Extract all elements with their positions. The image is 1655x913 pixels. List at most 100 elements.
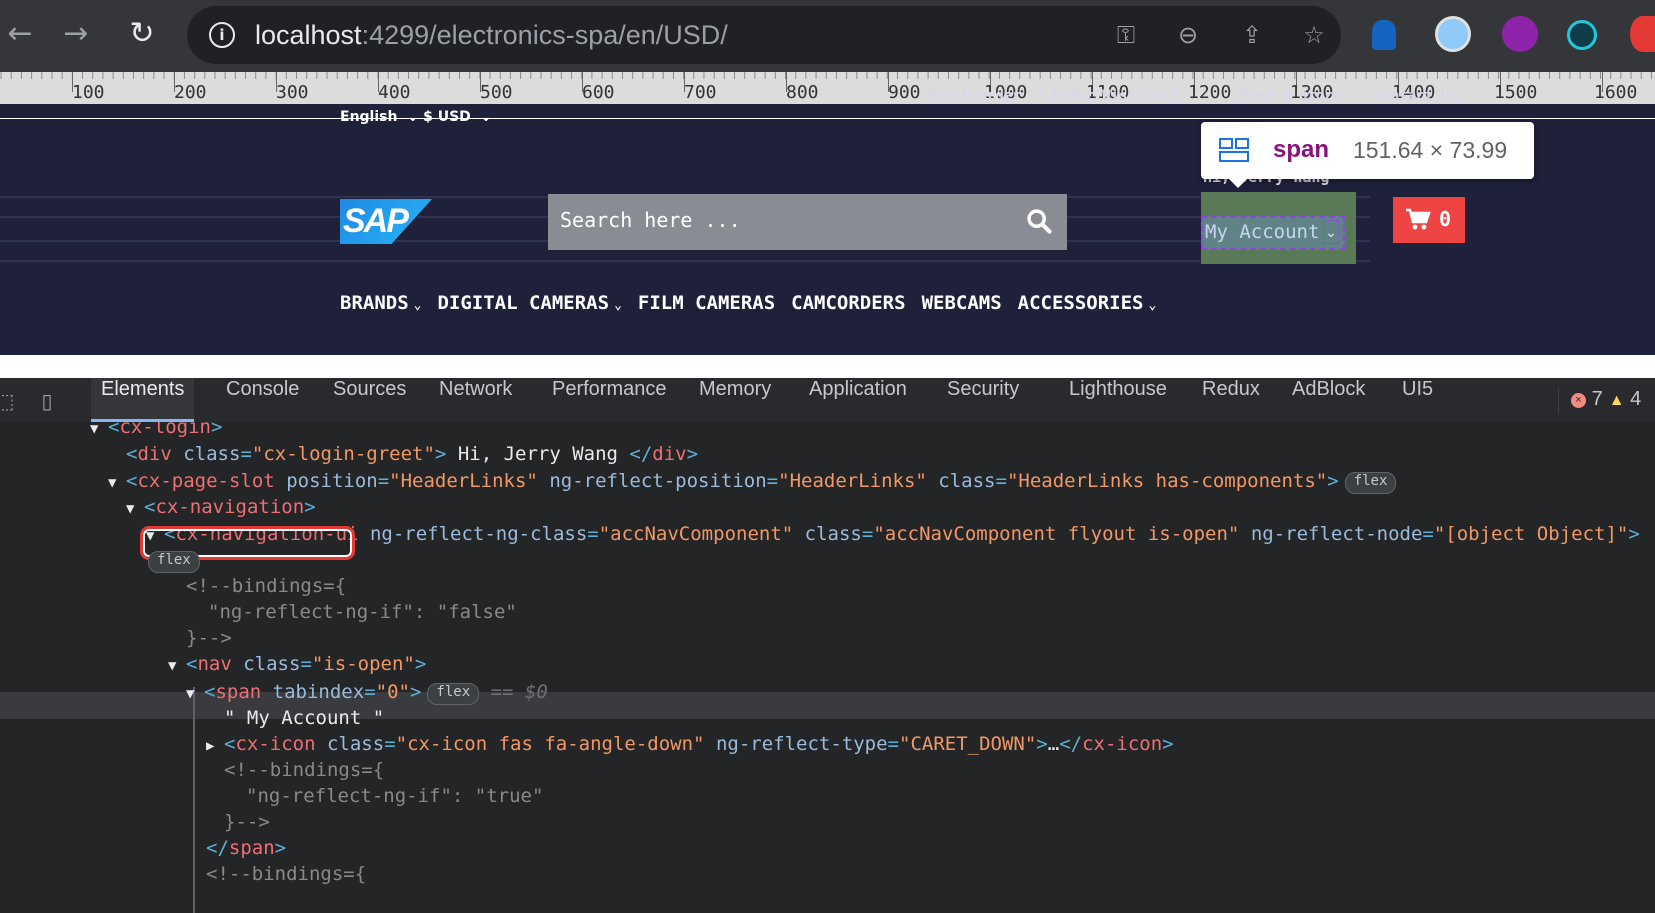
menu-item-webcams[interactable]: WEBCAMS (922, 292, 1002, 314)
dom-node-cx-navigation-ui[interactable]: ▼ <cx-navigation-ui ng-reflect-ng-class="… (146, 521, 1640, 547)
flex-badge[interactable]: flex (148, 551, 200, 573)
ruler-label: 200 (174, 82, 207, 103)
search-input[interactable]: Search here ... (548, 194, 1067, 250)
header-link-order[interactable]: Order (1052, 88, 1094, 104)
my-account-button[interactable]: My Account ⌄ (1201, 216, 1345, 250)
tab-console[interactable]: Console (216, 378, 309, 422)
dom-comment-line: }--> (186, 627, 232, 649)
menu-item-accessories[interactable]: ACCESSORIES ⌄ (1018, 292, 1157, 314)
dom-node-login-greet[interactable]: <div class="cx-login-greet"> Hi, Jerry W… (126, 441, 698, 467)
menu-item-digital-cameras[interactable]: DIGITAL CAMERAS ⌄ (437, 292, 621, 314)
info-icon[interactable]: i (209, 22, 235, 48)
header-link-quick-order[interactable]: Quick Order (928, 88, 1021, 104)
chevron-down-icon: ⌄ (480, 110, 492, 125)
dom-comment-line[interactable]: <!--bindings={ (224, 757, 384, 783)
dom-node-cx-navigation[interactable]: ▼ <cx-navigation> (126, 494, 316, 520)
menu-item-film-cameras[interactable]: FILM CAMERAS (638, 292, 775, 314)
tab-ui5[interactable]: UI5 (1392, 378, 1443, 422)
tab-lighthouse[interactable]: Lighthouse (1059, 378, 1177, 422)
chevron-down-icon: ⌄ (413, 298, 422, 313)
tab-network[interactable]: Network (429, 378, 522, 422)
dom-node-cx-icon[interactable]: ▶ <cx-icon class="cx-icon fas fa-angle-do… (206, 731, 1174, 757)
tab-memory[interactable]: Memory (689, 378, 781, 422)
extension-hat-icon[interactable] (1372, 20, 1396, 50)
header-link-contact-us[interactable]: Contact Us (1374, 88, 1458, 104)
chevron-down-icon: ⌄ (614, 298, 622, 313)
ruler-label: 300 (276, 82, 309, 103)
ruler-label: 400 (378, 82, 411, 103)
ruler-label: 600 (582, 82, 615, 103)
extension-teal-icon[interactable] (1567, 20, 1597, 50)
header-link-find-store[interactable]: Find a Store (1240, 88, 1341, 104)
divider (0, 118, 1655, 119)
ruler-label: 1500 (1494, 82, 1538, 103)
dom-node-cx-login[interactable]: ▼ <cx-login> (90, 422, 222, 440)
currency-select[interactable]: $ USD (423, 109, 471, 125)
tab-performance[interactable]: Performance (542, 378, 677, 422)
tab-redux[interactable]: Redux (1192, 378, 1270, 422)
issue-counter[interactable]: × 7 ▲ 4 (1558, 388, 1655, 414)
dom-comment-line: "ng-reflect-ng-if": "false" (208, 601, 517, 623)
ruler-label: 500 (480, 82, 513, 103)
indent-guide (193, 687, 195, 913)
flex-badge[interactable]: flex (1344, 472, 1397, 494)
dom-comment-line[interactable]: <!--bindings={ (206, 861, 366, 887)
dom-text-node[interactable]: " My Account " (224, 705, 384, 731)
dom-comment-line: "ng-reflect-ng-if": "true" (246, 785, 544, 807)
devtools-tab-bar: ⬚ ▯ Elements Console Sources Network Per… (0, 378, 1655, 423)
key-icon[interactable]: ⚿ (1111, 20, 1141, 50)
tab-elements[interactable]: Elements (91, 378, 195, 422)
category-menu: BRANDS ⌄ DIGITAL CAMERAS ⌄ FILM CAMERAS CA… (340, 292, 1156, 314)
tab-application[interactable]: Application (799, 378, 917, 422)
selected-marker: == $0 (490, 681, 548, 703)
url-text[interactable]: localhost:4299/electronics-spa/en/USD/ (255, 20, 728, 51)
header-link-wish-list[interactable]: Wish List (1102, 88, 1178, 104)
error-count: 7 (1591, 388, 1603, 410)
chevron-down-icon: ⌄ (1323, 220, 1339, 244)
search-placeholder: Search here ... (560, 208, 741, 232)
extension-red-icon[interactable] (1630, 16, 1655, 52)
warning-icon: ▲ (1608, 392, 1625, 409)
dom-node-nav[interactable]: ▼ <nav class="is-open"> (168, 651, 426, 677)
mini-cart-button[interactable]: 0 (1393, 197, 1465, 243)
chevron-down-icon: ⌄ (1148, 298, 1157, 313)
sap-logo-text: SAP (343, 202, 409, 240)
ruler-label: 1600 (1594, 82, 1638, 103)
extension-purple-icon[interactable] (1502, 16, 1538, 52)
search-icon[interactable] (1025, 207, 1053, 235)
browser-toolbar: ← → ↻ i localhost:4299/electronics-spa/e… (0, 0, 1655, 72)
cart-count: 0 (1439, 207, 1452, 231)
zoom-icon[interactable]: ⊖ (1173, 20, 1203, 50)
chevron-down-icon: ⌄ (407, 110, 419, 125)
back-icon[interactable]: ← (0, 14, 40, 54)
inspect-element-icon[interactable]: ⬚ (0, 388, 18, 414)
elements-dom-tree: ▼ <cx-login> <div class="cx-login-greet">… (0, 422, 1655, 913)
site-context[interactable]: English ⌄ $ USD ⌄ (340, 109, 492, 125)
ruler-label: 700 (684, 82, 717, 103)
dom-node-span-selected[interactable]: ▼ <span tabindex="0"> flex == $0 (186, 679, 548, 705)
menu-item-camcorders[interactable]: CAMCORDERS (791, 292, 905, 314)
tooltip-size: 151.64 × 73.99 (1353, 137, 1508, 163)
reload-icon[interactable]: ↻ (122, 14, 162, 54)
address-bar[interactable]: i localhost:4299/electronics-spa/en/USD/… (187, 6, 1341, 64)
error-icon: × (1571, 393, 1586, 408)
extension-clock-icon[interactable] (1435, 16, 1471, 52)
flex-badge-row: flex (148, 547, 200, 573)
menu-item-brands[interactable]: BRANDS ⌄ (340, 292, 421, 314)
divider (0, 260, 1370, 262)
tab-adblock[interactable]: AdBlock (1282, 378, 1375, 422)
dom-node-span-close[interactable]: </span> (206, 835, 286, 861)
flex-badge[interactable]: flex (427, 683, 480, 705)
flex-layout-icon (1219, 138, 1249, 162)
ruler-label: 900 (888, 82, 921, 103)
tab-security[interactable]: Security (937, 378, 1029, 422)
star-icon[interactable]: ☆ (1299, 20, 1329, 50)
device-toolbar-icon[interactable]: ▯ (34, 388, 60, 414)
language-select[interactable]: English (340, 109, 397, 125)
dom-node-page-slot[interactable]: ▼ <cx-page-slot position="HeaderLinks" ng… (108, 468, 1397, 494)
forward-icon[interactable]: → (56, 14, 96, 54)
dom-comment-line[interactable]: <!--bindings={ (186, 573, 346, 599)
ruler-label: 800 (786, 82, 819, 103)
share-icon[interactable]: ⇪ (1237, 20, 1267, 50)
tab-sources[interactable]: Sources (323, 378, 416, 422)
